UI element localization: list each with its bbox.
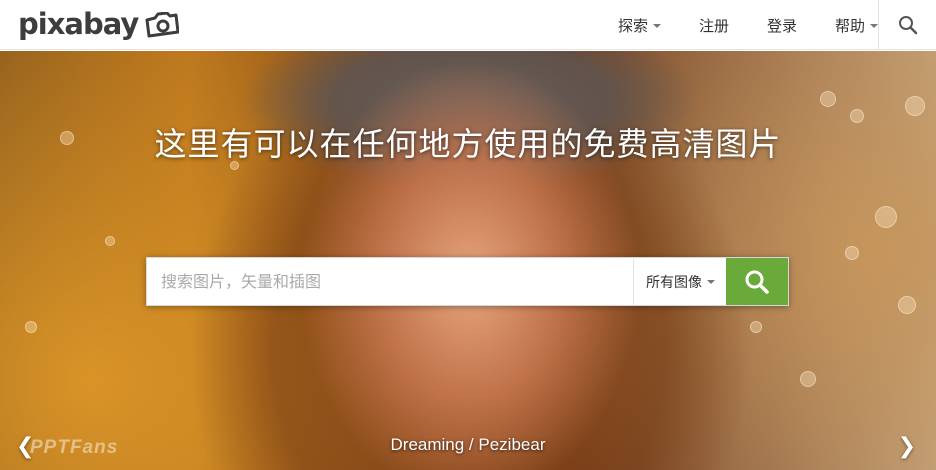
nav-help[interactable]: 帮助 [835, 15, 878, 36]
nav-register-label: 注册 [698, 16, 729, 35]
camera-icon [145, 12, 180, 38]
nav-register[interactable]: 注册 [699, 15, 729, 36]
pixabay-logo[interactable]: pixabay [18, 7, 180, 41]
bokeh-light [25, 321, 37, 333]
nav-login-label: 登录 [766, 16, 797, 35]
hero-title: 这里有可以在任何地方使用的免费高清图片 [154, 125, 782, 163]
bokeh-light [898, 296, 916, 314]
bokeh-light [750, 321, 762, 333]
hero-banner: 这里有可以在任何地方使用的免费高清图片 所有图像 ❮ PPTFans Dream… [0, 51, 936, 470]
media-type-select[interactable]: 所有图像 [633, 258, 727, 305]
search-bar: 所有图像 [146, 257, 789, 306]
caret-down-icon [652, 23, 661, 28]
search-icon [898, 16, 917, 35]
caret-down-icon [870, 23, 878, 28]
nav-login[interactable]: 登录 [767, 15, 797, 36]
nav-explore[interactable]: 探索 [618, 15, 661, 36]
photo-caption[interactable]: Dreaming / Pezibear [0, 435, 936, 455]
search-icon [745, 270, 769, 294]
bokeh-light [875, 206, 897, 228]
logo-text: pixabay [18, 7, 139, 41]
search-input[interactable] [147, 258, 633, 305]
bokeh-light [845, 246, 859, 260]
bokeh-light [905, 96, 925, 116]
main-nav: 探索 注册 登录 帮助 [580, 0, 878, 50]
caret-down-icon [707, 280, 715, 284]
bokeh-light [800, 371, 816, 387]
media-type-label: 所有图像 [646, 274, 702, 291]
chevron-right-icon[interactable]: ❯ [898, 433, 916, 459]
nav-help-label: 帮助 [834, 16, 865, 35]
bokeh-light [820, 91, 836, 107]
nav-explore-label: 探索 [617, 16, 648, 35]
search-submit-button[interactable] [726, 258, 788, 305]
site-header: pixabay 探索 注册 登录 帮助 [0, 0, 936, 50]
header-search-button[interactable] [878, 0, 936, 50]
bokeh-light [105, 236, 115, 246]
